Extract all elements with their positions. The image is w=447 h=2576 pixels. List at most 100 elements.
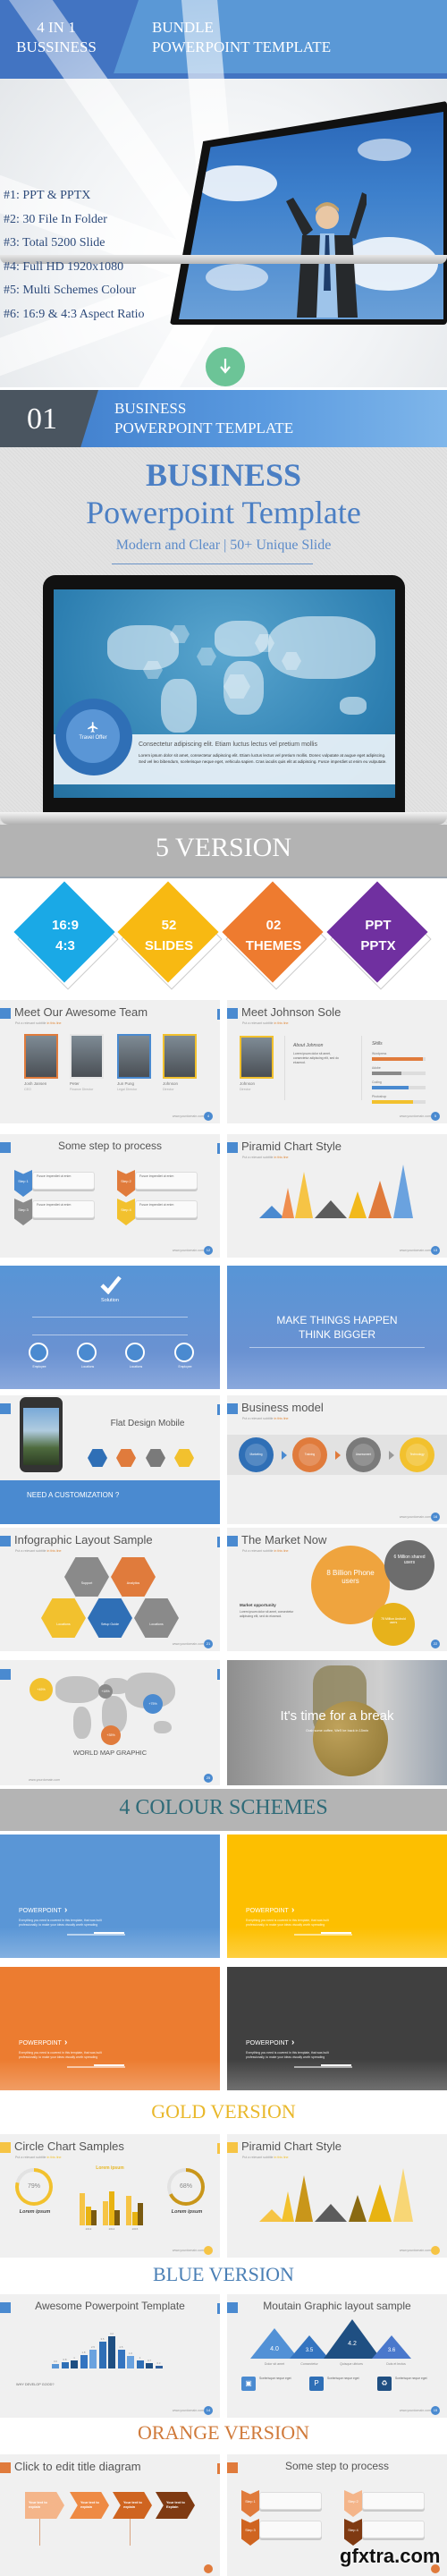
location-icon (125, 1343, 145, 1362)
skill-track (372, 1072, 426, 1075)
step-chevron (117, 1170, 135, 1197)
step-chevron (344, 2490, 362, 2517)
slide-awesome-template: Awesome Powerpoint Template 0.6 0.8 1 1.8 2.… (0, 2294, 220, 2418)
pyramid (315, 1200, 347, 1218)
version-badge: PPT PPTX (326, 881, 432, 990)
donut-value: 79% (19, 2172, 49, 2202)
calendar-icon: ▣ (241, 2377, 256, 2391)
scheme-label: POWERPOINT (246, 1908, 289, 1914)
customization-banner: NEED A CUSTOMIZATION ? (0, 1480, 220, 1524)
slide-circle-chart: Circle Chart Samples Put a relevant subt… (0, 2134, 220, 2258)
download-button[interactable] (206, 347, 245, 386)
map-marker: +18% (98, 1684, 113, 1699)
step-chevron (241, 2519, 259, 2546)
version-badge: 52 SLIDES (117, 881, 223, 990)
section-title-line1: BUSINESS (114, 400, 187, 417)
slide-page-number (431, 2246, 440, 2255)
bar (114, 2210, 120, 2225)
step-title: Fusce imperdiet ut enim (37, 1203, 72, 1207)
feature-item: #2: 30 File In Folder (4, 212, 107, 226)
opportunity-text: Lorem ipsum dolor sit amet, consectetur … (240, 1610, 294, 1618)
slide-title: Piramid Chart Style (241, 1140, 342, 1153)
slide-process: Some step to process Step 1 Fusce imperd… (0, 1134, 220, 1258)
slide-infographic: Infographic Layout Sample Put a relevant… (0, 1528, 220, 1651)
product-tagline: Modern and Clear | 50+ Unique Slide (115, 538, 332, 553)
subtitle-highlight: in this line (274, 1021, 289, 1025)
bar (71, 2360, 78, 2368)
slide-flat-mobile: Flat Design Mobile NEED A CUSTOMIZATION … (0, 1395, 220, 1524)
chevron-right-icon: › (64, 2038, 68, 2047)
arrow-right-icon (389, 1451, 394, 1460)
market-bubble-gray: 6 Million shared users (384, 1540, 434, 1590)
bar (108, 2335, 115, 2368)
slide-solution: Solution Employee Locations Locations Em… (0, 1266, 220, 1389)
slide-subtitle: Put a relevant subtitle in this line (242, 2156, 289, 2159)
step-chevron (117, 1199, 135, 1225)
skill-bar: Coding (372, 1080, 426, 1089)
hexagon-label: Setup Guide (101, 1623, 119, 1626)
divider (284, 1036, 285, 1100)
scheme-label: POWERPOINT (19, 1908, 62, 1914)
slide-accent (217, 2463, 220, 2474)
slide-title: The Market Now (241, 1533, 327, 1546)
skill-track (372, 1057, 426, 1061)
step-box: Fusce imperdiet ut enim (32, 1200, 95, 1218)
slide-footer-url: www.yourdomain.com (172, 1249, 204, 1252)
skills-title: Skills (372, 1041, 383, 1046)
slide-title: Some step to process (284, 2460, 390, 2472)
checkmark-icon (100, 1275, 122, 1294)
scheme-line (94, 2064, 124, 2066)
divider (249, 1347, 425, 1348)
slide-accent (0, 1669, 11, 1680)
slide-subtitle: Put a relevant subtitle in this line (242, 1156, 289, 1159)
bar (127, 2356, 134, 2368)
donut-value: 68% (171, 2172, 201, 2202)
map-marker: +35% (101, 1725, 121, 1745)
solution-title: Solution (101, 1298, 119, 1303)
chevron-text: Your text to Explain (166, 2501, 185, 2509)
employee-icon (174, 1343, 194, 1362)
bar (89, 2349, 97, 2368)
pyramid (295, 1172, 313, 1218)
slide-page-number: 15 (431, 2406, 440, 2415)
skill-fill (372, 1072, 401, 1075)
mountain-peak (372, 2335, 411, 2359)
subtitle-text: Put a relevant subtitle (242, 1156, 274, 1159)
connector-line (130, 2519, 131, 2546)
hexagon-tile (134, 1598, 179, 1638)
skill-fill (372, 1057, 423, 1061)
cloud (197, 165, 277, 201)
subtitle-text: Put a relevant subtitle (15, 1549, 46, 1553)
scheme-desc: Everything you need is covered in this t… (246, 1919, 329, 1927)
badge-line2: 4:3 (55, 938, 75, 953)
pyramid-chart (259, 2165, 420, 2222)
step-box (259, 2492, 322, 2510)
blue-bar-chart: 0.6 0.8 1 1.8 2.5 3.5 4.2 2.5 1.6 1 0.7 0.3 (50, 2330, 166, 2368)
badge-line1: 16:9 (51, 918, 80, 933)
slide-title: Awesome Powerpoint Template (35, 2300, 185, 2312)
product-title: BUSINESS (145, 457, 302, 493)
bar-value-label: 0.8 (63, 2358, 67, 2362)
subtitle-highlight: in this line (274, 1156, 289, 1159)
profile-card: Johnson Director (240, 1036, 275, 1091)
slide-gold-pyramid: Piramid Chart Style Put a relevant subti… (227, 2134, 447, 2258)
slide-accent (217, 1669, 220, 1680)
chevron-text: Your text to explain (29, 2501, 47, 2509)
bar-value-label: 4.2 (110, 2331, 114, 2335)
bar (146, 2362, 153, 2368)
mountain-peak (250, 2328, 299, 2359)
chevron-right-icon: › (291, 1905, 295, 1915)
member-name: Peter (70, 1081, 80, 1086)
step-box: Fusce imperdiet ut enim (32, 1172, 95, 1190)
bar-value-label: 0.6 (54, 2359, 57, 2363)
slide-accent (227, 1536, 238, 1546)
section-number: 01 (27, 402, 57, 436)
mountain-peak (290, 2335, 329, 2359)
header-right-line1: BUNDLE (152, 19, 214, 36)
hexagon (197, 648, 216, 665)
slide-footer-url: www.yourdomain.com (399, 1114, 431, 1118)
slide-page-number (204, 2246, 213, 2255)
member-name: Josh Jansen (24, 1081, 47, 1086)
opportunity-title: Market opportunity (240, 1603, 276, 1607)
slide-accent (227, 1142, 238, 1153)
